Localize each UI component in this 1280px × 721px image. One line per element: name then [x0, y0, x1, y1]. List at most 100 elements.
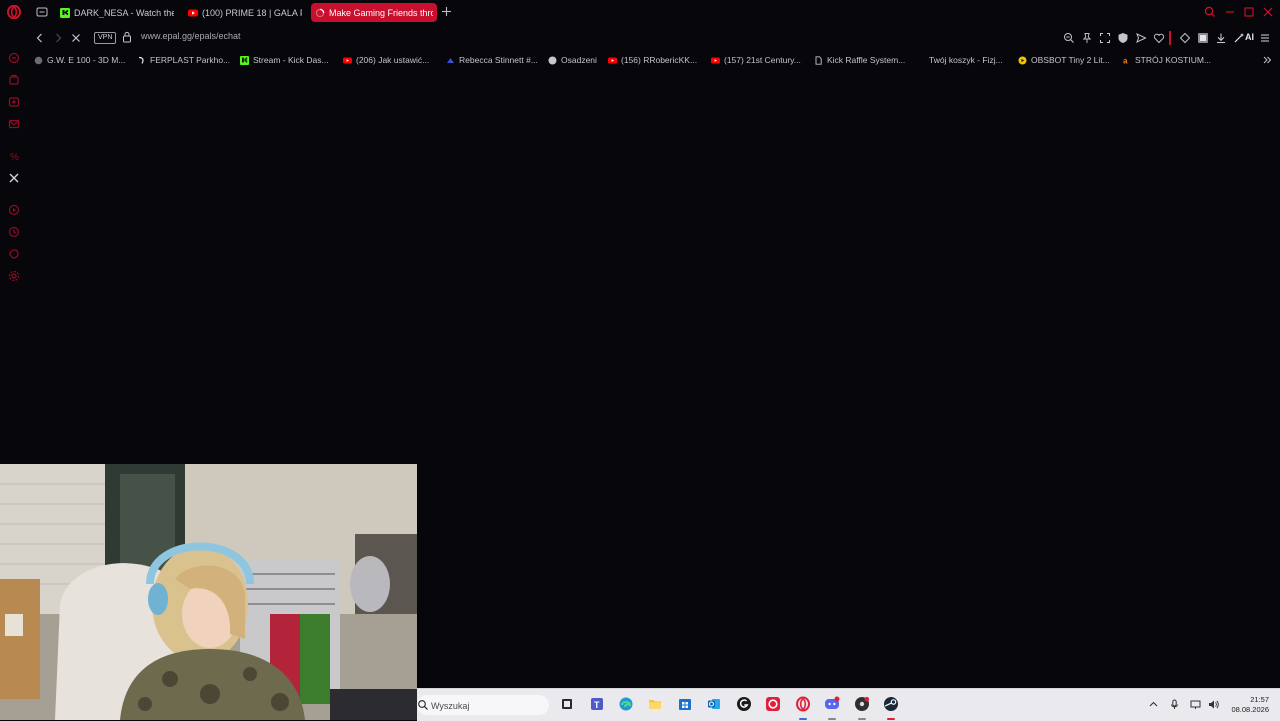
discord-icon[interactable]: [824, 696, 840, 712]
search-tabs-icon[interactable]: [1204, 6, 1216, 18]
lock-icon[interactable]: [122, 31, 132, 43]
taskbar-search[interactable]: [417, 695, 549, 715]
heart-icon[interactable]: [1153, 32, 1165, 44]
ad-blocker-shield-icon[interactable]: [1117, 32, 1129, 44]
extensions-sidebar-icon[interactable]: [8, 248, 20, 260]
bookmark-label: G.W. E 100 - 3D M...: [47, 55, 126, 65]
opera-logo-icon[interactable]: [7, 5, 21, 19]
bookmark-item[interactable]: Stream - Kick Das...: [240, 53, 329, 67]
webcam-overlay: [0, 464, 417, 720]
settings-gear-icon[interactable]: [8, 270, 20, 282]
x-twitter-icon[interactable]: [8, 172, 20, 184]
system-clock[interactable]: 21:57 08.08.2026: [1225, 695, 1269, 715]
tab-title: (100) PRIME 18 | GALA PRI: [202, 7, 302, 18]
bookmark-item[interactable]: Kick Raffle System...: [814, 53, 905, 67]
aria-ai-label[interactable]: AI: [1245, 32, 1254, 42]
sidebar: %: [0, 44, 28, 294]
aria-icon[interactable]: [8, 52, 20, 64]
close-window-icon[interactable]: [1262, 6, 1274, 18]
gmail-icon[interactable]: [8, 118, 20, 130]
loading-spinner-icon: [315, 8, 325, 17]
tab-menu-icon[interactable]: [36, 6, 48, 18]
windows-taskbar: T: [417, 688, 1280, 721]
tab-make-gaming-friends[interactable]: Make Gaming Friends throu: [311, 3, 437, 22]
bookmark-item[interactable]: Twój koszyk - Fizj...: [929, 53, 1003, 67]
bookmark-label: Stream - Kick Das...: [253, 55, 329, 65]
new-tab-plus-icon[interactable]: [441, 6, 452, 17]
github-icon[interactable]: [736, 696, 752, 712]
kick-icon: [60, 7, 70, 18]
bookmark-item[interactable]: Rebecca Stinnett #...: [446, 53, 538, 67]
microphone-icon[interactable]: [1169, 699, 1180, 710]
bookmark-label: (157) 21st Century...: [724, 55, 801, 65]
ai-sparkle-icon[interactable]: [1233, 32, 1245, 44]
percent-icon[interactable]: %: [8, 150, 20, 162]
bookmark-item[interactable]: FERPLAST Parkho...: [137, 53, 230, 67]
network-icon[interactable]: [1190, 699, 1201, 710]
history-icon[interactable]: [8, 226, 20, 238]
bookmark-label: Kick Raffle System...: [827, 55, 906, 65]
clock-date: 08.08.2026: [1231, 705, 1269, 714]
kick-icon: [240, 55, 249, 65]
teams-icon[interactable]: T: [589, 696, 605, 712]
search-input[interactable]: [429, 697, 545, 715]
player-icon[interactable]: [8, 204, 20, 216]
extension-icon[interactable]: [1197, 32, 1209, 44]
minimize-icon[interactable]: [1224, 6, 1236, 18]
stop-loading-icon[interactable]: [70, 32, 82, 44]
bookmark-item[interactable]: (156) RRobericKK...: [608, 53, 697, 67]
bookmarks-overflow-icon[interactable]: [1262, 55, 1272, 65]
snapshot-icon[interactable]: [1099, 32, 1111, 44]
back-icon[interactable]: [34, 32, 46, 44]
tab-strip: DARK_NESA - Watch the V (100) PRIME 18 |…: [0, 0, 1280, 25]
bookmarks-bar: G.W. E 100 - 3D M... FERPLAST Parkho... …: [28, 52, 1280, 68]
webcam-image: [0, 464, 417, 720]
svg-text:a: a: [1123, 56, 1128, 65]
task-view-icon[interactable]: [559, 696, 575, 712]
show-hidden-icons-chevron-icon[interactable]: [1148, 699, 1159, 710]
obs-icon[interactable]: [854, 696, 870, 712]
opera-gx-taskbar-icon[interactable]: [765, 696, 781, 712]
bookmark-item[interactable]: (157) 21st Century...: [711, 53, 801, 67]
store-icon[interactable]: [677, 696, 693, 712]
address-bar: VPN www.epal.gg/epals/echat AI: [28, 27, 1280, 49]
opera-taskbar-icon[interactable]: [795, 696, 811, 712]
document-icon: [815, 55, 822, 65]
arrow-icon: [138, 56, 144, 64]
bookmark-label: (206) Jak ustawić...: [356, 55, 430, 65]
outlook-icon[interactable]: [706, 696, 722, 712]
maximize-icon[interactable]: [1243, 6, 1255, 18]
bookmark-label: FERPLAST Parkho...: [150, 55, 231, 65]
bookmark-item[interactable]: Osadzeni: [548, 53, 597, 67]
tab-prime-18[interactable]: (100) PRIME 18 | GALA PRI: [184, 3, 306, 22]
bookmark-item[interactable]: (206) Jak ustawić...: [343, 53, 429, 67]
bookmark-item[interactable]: G.W. E 100 - 3D M...: [34, 53, 125, 67]
youtube-icon: [608, 57, 617, 63]
tab-dark-nesa[interactable]: DARK_NESA - Watch the V: [56, 3, 178, 22]
messenger-icon[interactable]: [8, 74, 20, 86]
volume-icon[interactable]: [1208, 699, 1219, 710]
file-explorer-icon[interactable]: [647, 696, 663, 712]
edge-icon[interactable]: [618, 696, 634, 712]
steam-icon[interactable]: [883, 696, 899, 712]
menu-icon[interactable]: [1259, 32, 1271, 44]
bookmark-label: OBSBOT Tiny 2 Lit...: [1031, 55, 1110, 65]
bookmark-label: (156) RRobericKK...: [621, 55, 698, 65]
url-text[interactable]: www.epal.gg/epals/echat: [141, 31, 241, 41]
download-icon[interactable]: [1215, 32, 1227, 44]
bookmark-label: Osadzeni: [561, 55, 597, 65]
send-icon[interactable]: [1135, 32, 1147, 44]
vpn-badge[interactable]: VPN: [94, 32, 117, 44]
bookmark-item[interactable]: a STRÓJ KOSTIUM...: [1122, 53, 1211, 67]
bookmark-item[interactable]: OBSBOT Tiny 2 Lit...: [1018, 53, 1110, 67]
search-icon: [418, 700, 428, 710]
obsbot-icon: [1018, 56, 1027, 64]
pin-icon[interactable]: [1081, 32, 1093, 44]
circle-icon: [548, 56, 557, 64]
extensions-icon[interactable]: [1179, 32, 1191, 44]
zoom-icon[interactable]: [1063, 32, 1075, 44]
forward-icon[interactable]: [52, 32, 64, 44]
bookmark-label: STRÓJ KOSTIUM...: [1135, 55, 1212, 65]
workspace-icon[interactable]: [8, 96, 20, 108]
youtube-icon: [188, 9, 198, 16]
